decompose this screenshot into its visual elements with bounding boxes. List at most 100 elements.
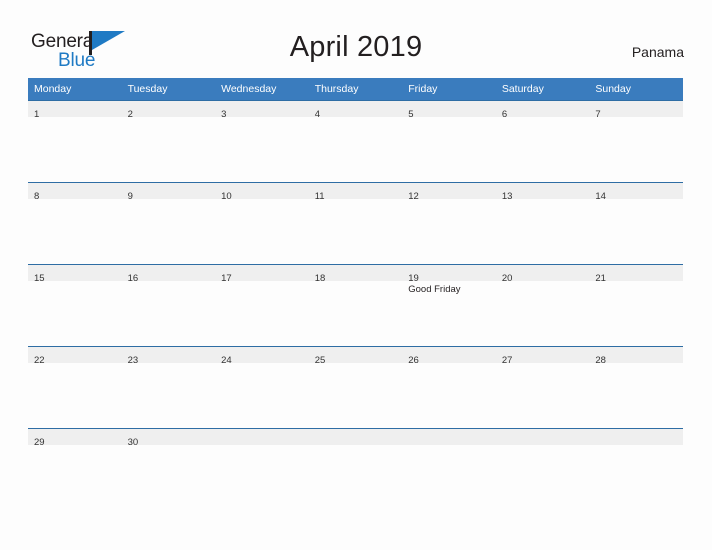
day-number: 6	[501, 109, 508, 120]
calendar-day-cell[interactable]: 10	[215, 182, 309, 265]
day-cell-content	[402, 429, 496, 459]
day-number-band: 2	[121, 101, 216, 120]
calendar-day-cell[interactable]: 17	[215, 264, 309, 347]
day-number-band: 16	[121, 265, 216, 284]
day-cell-content: 1	[28, 101, 122, 182]
day-cell-content: 13	[495, 183, 590, 264]
day-cell-content: 16	[121, 265, 216, 346]
day-cell-content: 10	[215, 183, 309, 264]
calendar-day-cell[interactable]: 28	[589, 346, 683, 429]
day-number: 22	[34, 355, 45, 366]
day-number: 4	[314, 109, 320, 120]
day-number: 3	[221, 109, 227, 120]
calendar-day-cell[interactable]: 16	[121, 264, 216, 347]
day-number: 16	[127, 273, 139, 284]
calendar-day-cell[interactable]: 2	[121, 100, 216, 183]
day-cell-content: 25	[308, 347, 403, 428]
day-number-band: 8	[28, 183, 122, 202]
calendar-day-cell[interactable]: 4	[308, 100, 403, 183]
day-cell-content: 15	[28, 265, 122, 346]
day-number-band: 27	[495, 347, 590, 366]
day-number-band: 21	[589, 265, 683, 284]
day-number-band: 26	[402, 347, 496, 366]
day-events	[496, 445, 590, 448]
calendar-day-cell[interactable]	[308, 428, 403, 459]
day-events	[402, 445, 496, 448]
day-number-band: 19	[402, 265, 496, 284]
day-cell-content	[215, 429, 309, 459]
calendar-day-cell[interactable]: 12	[402, 182, 496, 265]
day-number: 9	[127, 191, 133, 202]
day-number-band: 20	[495, 265, 590, 284]
day-cell-content	[495, 429, 590, 459]
day-cell-content: 17	[215, 265, 309, 346]
day-number: 15	[34, 273, 45, 284]
day-cell-content	[308, 429, 403, 459]
calendar-day-cell[interactable]: 21	[589, 264, 683, 347]
day-cell-content: 14	[589, 183, 683, 264]
weekday-header-monday: Monday	[28, 78, 122, 101]
day-number-band: 22	[28, 347, 122, 366]
calendar-day-cell[interactable]: 24	[215, 346, 309, 429]
calendar-day-cell[interactable]: 3	[215, 100, 309, 183]
calendar-week-row: 15 16 17 18 19 Good Friday 20 21	[28, 264, 683, 347]
day-number-band: 9	[121, 183, 216, 202]
calendar-day-cell[interactable]: 7	[589, 100, 683, 183]
calendar-day-cell[interactable]: 29	[28, 428, 122, 459]
day-number-band: 7	[589, 101, 683, 120]
calendar-day-cell[interactable]: 6	[495, 100, 590, 183]
day-cell-content: 27	[495, 347, 590, 428]
day-number-band: 10	[215, 183, 309, 202]
calendar-page: General Blue April 2019 Panama Monday Tu…	[0, 0, 712, 550]
day-number: 27	[501, 355, 513, 366]
day-number: 18	[314, 273, 326, 284]
day-number-band	[495, 429, 590, 445]
day-events	[589, 445, 683, 448]
calendar-week-row: 1 2 3 4 5 6 7	[28, 100, 683, 183]
calendar-day-cell[interactable]: 5	[402, 100, 496, 183]
day-number: 14	[595, 191, 606, 202]
day-number-band: 1	[28, 101, 122, 120]
calendar-table: Monday Tuesday Wednesday Thursday Friday…	[28, 78, 683, 459]
calendar-day-cell[interactable]: 23	[121, 346, 216, 429]
calendar-day-cell[interactable]: 27	[495, 346, 590, 429]
day-cell-content: 8	[28, 183, 122, 264]
day-events	[402, 117, 496, 120]
day-cell-content: 4	[308, 101, 403, 182]
calendar-day-cell[interactable]: 18	[308, 264, 403, 347]
calendar-day-cell[interactable]: 19 Good Friday	[402, 264, 496, 347]
weekday-header-tuesday: Tuesday	[121, 78, 216, 101]
day-cell-content: 11	[308, 183, 403, 264]
calendar-day-cell[interactable]: 25	[308, 346, 403, 429]
calendar-week-row: 22 23 24 25 26 27 28	[28, 346, 683, 429]
calendar-day-cell[interactable]: 14	[589, 182, 683, 265]
calendar-day-cell[interactable]: 9	[121, 182, 216, 265]
calendar-day-cell[interactable]: 26	[402, 346, 496, 429]
calendar-day-cell[interactable]: 13	[495, 182, 590, 265]
calendar-day-cell[interactable]: 1	[28, 100, 122, 183]
day-number-band: 6	[495, 101, 590, 120]
calendar-day-cell[interactable]: 30	[121, 428, 216, 459]
calendar-day-cell[interactable]	[495, 428, 590, 459]
calendar-head: Monday Tuesday Wednesday Thursday Friday…	[28, 78, 683, 101]
calendar-day-cell[interactable]: 11	[308, 182, 403, 265]
day-events	[309, 445, 403, 448]
calendar-day-cell[interactable]	[402, 428, 496, 459]
day-events	[215, 117, 309, 120]
day-cell-content: 21	[589, 265, 683, 346]
day-number-band: 28	[589, 347, 683, 366]
day-cell-content: 26	[402, 347, 496, 428]
day-number-band: 13	[495, 183, 590, 202]
calendar-day-cell[interactable]: 22	[28, 346, 122, 429]
calendar-day-cell[interactable]: 20	[495, 264, 590, 347]
day-number: 10	[221, 191, 232, 202]
day-events: Good Friday	[402, 281, 496, 296]
calendar-day-cell[interactable]	[215, 428, 309, 459]
page-header: General Blue April 2019 Panama	[0, 0, 712, 78]
calendar-day-cell[interactable]	[589, 428, 683, 459]
day-cell-content	[589, 429, 683, 459]
calendar-day-cell[interactable]: 15	[28, 264, 122, 347]
day-number: 8	[34, 191, 40, 202]
calendar-day-cell[interactable]: 8	[28, 182, 122, 265]
day-events	[309, 117, 403, 120]
